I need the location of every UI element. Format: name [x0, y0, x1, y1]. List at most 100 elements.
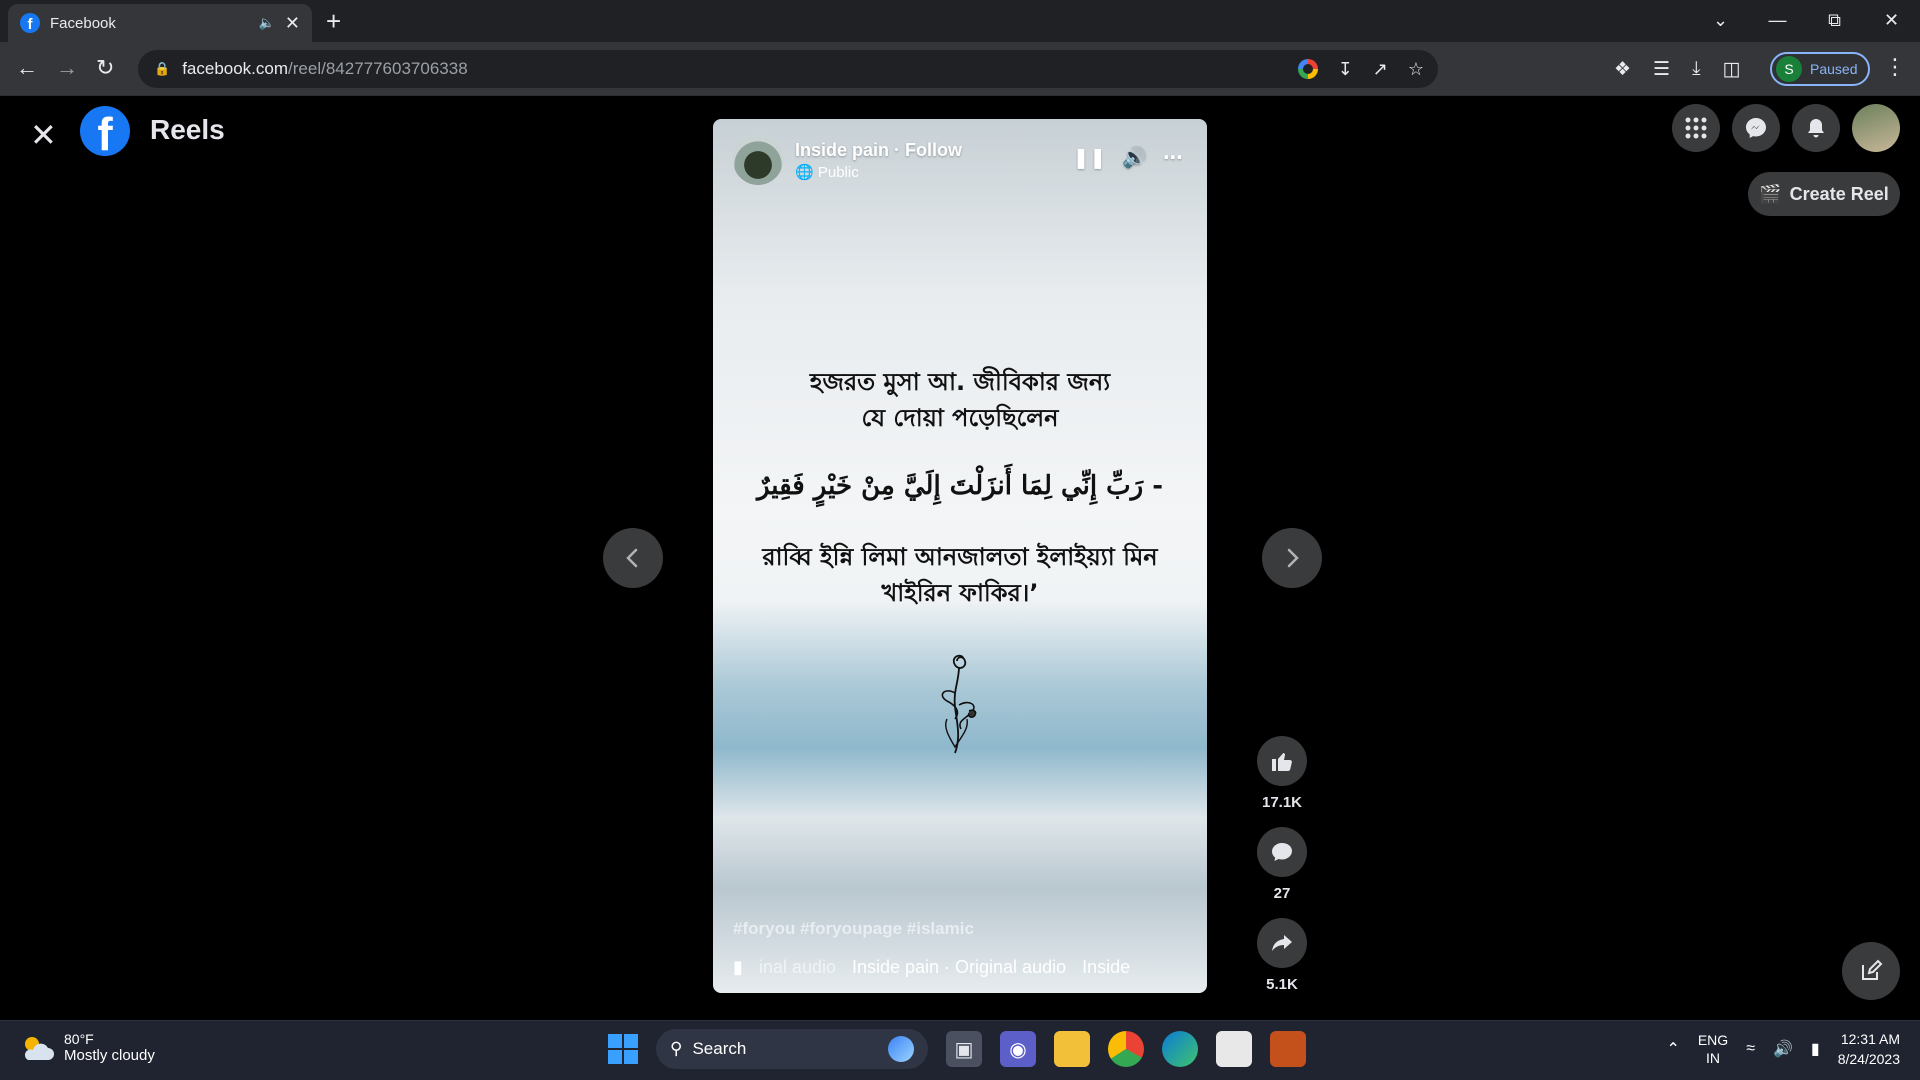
bookmark-star-icon[interactable]: ☆	[1408, 59, 1424, 80]
google-lens-icon[interactable]	[1297, 59, 1318, 79]
reel-header: Inside pain · Follow 🌐 Public	[733, 135, 962, 185]
address-bar[interactable]: 🔒 facebook.com/reel/842777603706338 ↧ ↗ …	[138, 50, 1438, 88]
profile-avatar: S	[1776, 56, 1802, 82]
clock[interactable]: 12:31 AM 8/24/2023	[1838, 1029, 1900, 1069]
install-app-icon[interactable]: ↧	[1338, 59, 1353, 80]
edge-icon[interactable]	[1162, 1031, 1198, 1067]
caption-bangla-title: হজরত মুসা আ. জীবিকার জন্য যে দোয়া পড়েছ…	[713, 364, 1207, 436]
profile-status: Paused	[1810, 61, 1858, 77]
share-arrow-icon	[1272, 935, 1292, 951]
reel-actions: 17.1K 27 5.1K	[1256, 736, 1308, 1009]
side-panel-icon[interactable]: ◫	[1723, 58, 1741, 81]
share-icon[interactable]: ↗	[1373, 59, 1388, 80]
visibility-text: Public	[817, 163, 859, 181]
system-tray: ⌃ ENG IN ≈ 🔊 ▮ 12:31 AM 8/24/2023	[1666, 1029, 1900, 1069]
language-code: ENG	[1697, 1032, 1729, 1048]
reel-video[interactable]: Inside pain · Follow 🌐 Public ❚❚ 🔊 ⋯ হজর…	[713, 119, 1207, 993]
close-icon[interactable]: ✕	[30, 116, 57, 154]
wifi-icon[interactable]: ≈	[1746, 1040, 1755, 1058]
tab-search-icon[interactable]: ⌄	[1692, 10, 1749, 31]
language-indicator[interactable]: ENG IN	[1698, 1031, 1728, 1067]
chrome-icon[interactable]	[1108, 1031, 1144, 1067]
url-path: /reel/842777603706338	[288, 59, 468, 78]
clock-time: 12:31 AM	[1840, 1031, 1900, 1047]
caption-line-2: যে দোয়া পড়েছিলেন	[861, 404, 1059, 432]
caption-line-4: খাইরিন ফাকির।’	[881, 579, 1039, 607]
temperature: 80°F	[64, 1031, 94, 1047]
share-button[interactable]	[1257, 918, 1307, 968]
like-button[interactable]	[1257, 736, 1307, 786]
audio-ticker-tail: Inside	[1082, 957, 1131, 977]
window-controls: ⌄ — ⧉ ✕	[1692, 0, 1920, 40]
audio-ticker[interactable]: ▮ inal audio Inside pain · Original audi…	[733, 957, 1193, 978]
file-explorer-icon[interactable]	[1054, 1031, 1090, 1067]
top-right-nav	[1672, 104, 1900, 152]
downloads-icon[interactable]: ⤓	[1692, 58, 1700, 80]
comment-count: 27	[1273, 885, 1291, 902]
media-queue-icon[interactable]: ☰	[1653, 58, 1670, 81]
reel-camera-icon: 🎬	[1759, 183, 1782, 204]
search-icon: ⚲	[670, 1039, 683, 1058]
tab-title: Facebook	[50, 14, 116, 32]
video-controls: ❚❚ 🔊 ⋯	[1073, 145, 1183, 170]
caption-transliteration: রাব্বি ইন্নি লিমা আনজালতা ইলাইয়্যা মিন …	[713, 539, 1207, 611]
weather-widget[interactable]: 80°F Mostly cloudy	[20, 1031, 155, 1064]
new-message-button[interactable]	[1842, 942, 1900, 1000]
profile-button[interactable]: S Paused	[1770, 52, 1870, 86]
create-reel-label: Create Reel	[1789, 183, 1889, 204]
extensions-puzzle-icon[interactable]: ❖	[1614, 58, 1631, 81]
volume-tray-icon[interactable]: 🔊	[1773, 1039, 1793, 1059]
tab-close-icon[interactable]: ✕	[285, 13, 300, 34]
next-reel-button[interactable]	[1262, 528, 1322, 588]
taskbar-search[interactable]: ⚲ Search	[656, 1029, 928, 1069]
lock-icon[interactable]: 🔒	[154, 61, 170, 77]
reel-hashtags[interactable]: #foryou #foryoupage #islamic	[733, 919, 974, 939]
audio-wave-icon: ▮	[733, 957, 743, 977]
cloudy-weather-icon	[24, 1036, 54, 1060]
more-options-icon[interactable]: ⋯	[1163, 145, 1183, 170]
page-title: Reels	[150, 114, 225, 145]
region-code: IN	[1706, 1050, 1721, 1066]
microsoft-store-icon[interactable]	[1216, 1031, 1252, 1067]
close-window-button[interactable]: ✕	[1863, 10, 1920, 31]
restore-button[interactable]: ⧉	[1806, 10, 1863, 31]
volume-icon[interactable]: 🔊	[1122, 145, 1147, 170]
author-avatar[interactable]	[733, 135, 783, 185]
facebook-favicon-icon: f	[20, 13, 40, 33]
messenger-icon[interactable]	[1732, 104, 1780, 152]
browser-menu-icon[interactable]: ⋮	[1884, 54, 1906, 80]
task-view-icon[interactable]: ▣	[946, 1031, 982, 1067]
extension-icons: ❖ ☰ ⤓ ◫	[1614, 42, 1740, 96]
minimize-button[interactable]: —	[1749, 10, 1806, 31]
chevron-left-icon	[626, 548, 638, 568]
pause-icon[interactable]: ❚❚	[1073, 145, 1107, 170]
office-app-icon[interactable]	[1270, 1031, 1306, 1067]
notifications-bell-icon[interactable]	[1792, 104, 1840, 152]
reload-button[interactable]: ↻	[96, 55, 114, 81]
previous-reel-button[interactable]	[603, 528, 663, 588]
browser-tab[interactable]: f Facebook 🔈 ✕	[8, 4, 312, 42]
windows-start-icon[interactable]	[608, 1034, 638, 1064]
battery-icon[interactable]: ▮	[1811, 1039, 1820, 1059]
tab-audio-icon[interactable]: 🔈	[259, 15, 275, 31]
forward-button[interactable]: →	[56, 55, 78, 81]
chevron-right-icon	[1287, 548, 1299, 568]
rose-drawing-icon	[941, 654, 977, 754]
author-meta: Inside pain · Follow 🌐 Public	[795, 140, 962, 181]
comment-button[interactable]	[1257, 827, 1307, 877]
share-count: 5.1K	[1266, 976, 1298, 993]
bing-icon[interactable]	[888, 1036, 914, 1062]
caption-line-1: হজরত মুসা আ. জীবিকার জন্য	[809, 368, 1111, 396]
author-name-follow[interactable]: Inside pain · Follow	[795, 140, 962, 161]
menu-grid-icon[interactable]	[1672, 104, 1720, 152]
taskbar-apps: ⚲ Search ▣ ◉	[608, 1029, 1306, 1069]
back-button[interactable]: ←	[16, 55, 38, 81]
create-reel-button[interactable]: 🎬 Create Reel	[1748, 172, 1900, 216]
facebook-logo[interactable]: f	[80, 106, 130, 156]
account-avatar[interactable]	[1852, 104, 1900, 152]
reels-page: ✕ f Reels 🎬 Create Reel Inside pain · Fo…	[0, 96, 1920, 1020]
show-hidden-icons-chevron-icon[interactable]: ⌃	[1666, 1039, 1679, 1059]
teams-chat-icon[interactable]: ◉	[1000, 1031, 1036, 1067]
new-tab-button[interactable]: +	[326, 6, 341, 37]
windows-taskbar: 80°F Mostly cloudy ⚲ Search ▣ ◉ ⌃ ENG IN…	[0, 1020, 1920, 1080]
